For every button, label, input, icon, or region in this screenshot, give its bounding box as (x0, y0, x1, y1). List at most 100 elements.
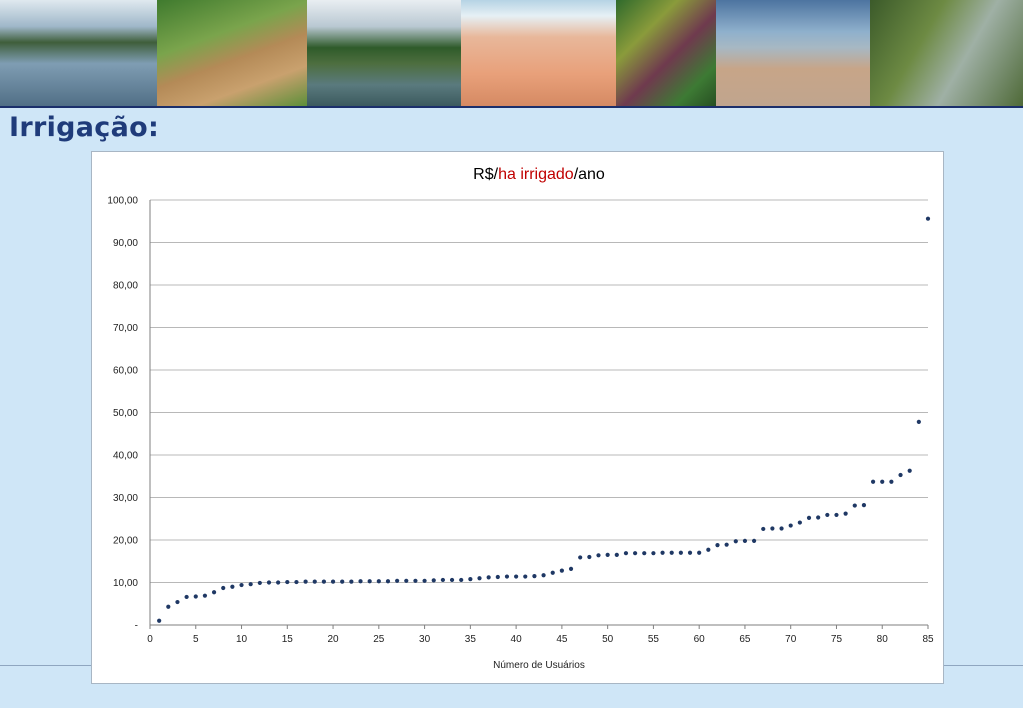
x-axis-title: Número de Usuários (493, 660, 585, 671)
data-point (431, 578, 436, 583)
data-points (157, 216, 931, 623)
data-point (221, 585, 226, 591)
data-point (202, 593, 208, 598)
data-point (861, 503, 867, 508)
y-tick-label: 60,00 (113, 366, 138, 377)
data-point (925, 216, 931, 221)
data-point (889, 479, 894, 484)
data-point (358, 579, 363, 584)
y-tick-label: 20,00 (113, 536, 138, 547)
bananas-photo (616, 0, 716, 106)
data-point (321, 579, 327, 584)
data-point (175, 599, 180, 605)
chart-title-highlight: ha irrigado (498, 166, 574, 183)
data-point (852, 503, 857, 508)
data-point (825, 512, 830, 518)
data-point (605, 552, 610, 557)
x-tick-label: 40 (511, 634, 523, 645)
data-point (623, 551, 629, 556)
chart-title-part: R$/ (473, 166, 498, 183)
data-point (614, 552, 619, 557)
data-point (376, 579, 381, 584)
data-point (395, 578, 400, 583)
x-tick-label: 25 (373, 634, 385, 645)
data-point (285, 579, 290, 585)
data-point (422, 578, 427, 583)
data-point (806, 515, 812, 520)
water-intake-photo (461, 0, 616, 106)
gridlines (149, 199, 929, 629)
x-tick-label: 0 (147, 634, 153, 645)
y-tick-label: 30,00 (113, 493, 138, 504)
chart-canvas: - 10,00 20,00 30,00 40,00 50,00 60,00 70,00 80,0… (107, 166, 934, 671)
data-point (459, 577, 464, 583)
x-tick-label: 15 (282, 634, 294, 645)
photo-banner (0, 0, 1023, 107)
data-point (706, 547, 711, 552)
data-point (687, 550, 693, 555)
data-point (486, 575, 491, 580)
y-tick-label: 10,00 (113, 578, 138, 589)
data-point (779, 526, 784, 531)
data-point (870, 479, 876, 484)
x-tick-label: 20 (327, 634, 339, 645)
data-point (916, 419, 921, 424)
data-point (477, 576, 482, 581)
river-landscape-photo (716, 0, 870, 106)
y-tick-label: - (135, 621, 138, 632)
data-point (385, 579, 391, 584)
data-point (642, 551, 647, 556)
y-tick-label: 40,00 (113, 451, 138, 462)
river-trees-photo (307, 0, 461, 106)
data-point (761, 526, 766, 532)
data-point (266, 580, 272, 585)
data-point (880, 479, 885, 484)
x-tick-label: 10 (236, 634, 248, 645)
data-point (669, 550, 674, 555)
data-point (495, 574, 500, 580)
data-point (898, 472, 903, 478)
x-tick-label: 70 (785, 634, 797, 645)
data-point (248, 582, 253, 587)
data-point (697, 550, 702, 555)
x-tick-label: 50 (602, 634, 614, 645)
x-tick-label: 75 (831, 634, 843, 645)
data-point (678, 550, 683, 555)
data-point (166, 604, 171, 609)
data-point (724, 542, 729, 547)
x-tick-label: 80 (877, 634, 889, 645)
y-tick-label: 70,00 (113, 323, 138, 334)
x-tick-label: 5 (193, 634, 199, 645)
data-point (312, 579, 317, 584)
data-point (715, 543, 720, 548)
y-tick-label: 80,00 (113, 281, 138, 292)
data-point (651, 551, 656, 556)
data-point (239, 582, 244, 588)
data-point (550, 570, 555, 575)
data-point (907, 468, 912, 473)
data-point (532, 574, 537, 579)
data-point (349, 579, 354, 584)
data-point (504, 574, 510, 579)
chart-title-part: /ano (574, 166, 605, 183)
data-point (449, 577, 455, 583)
riverside-forest-photo (870, 0, 1023, 106)
data-point (587, 554, 592, 560)
data-point (770, 526, 775, 531)
data-point (468, 577, 473, 582)
data-point (330, 579, 336, 584)
y-tick-label: 50,00 (113, 408, 138, 419)
data-point (514, 574, 519, 579)
y-tick-labels: - 10,00 20,00 30,00 40,00 50,00 60,00 70,00 80,0… (107, 196, 138, 632)
data-point (568, 566, 574, 571)
x-tick-label: 45 (556, 634, 568, 645)
data-point (751, 538, 757, 543)
data-point (367, 579, 372, 584)
data-point (660, 550, 665, 555)
data-point (742, 538, 748, 543)
data-point (404, 578, 409, 583)
data-point (788, 523, 793, 528)
data-point (211, 590, 217, 595)
chart-title: R$/ha irrigado/ano (473, 166, 605, 183)
data-point (816, 515, 821, 520)
